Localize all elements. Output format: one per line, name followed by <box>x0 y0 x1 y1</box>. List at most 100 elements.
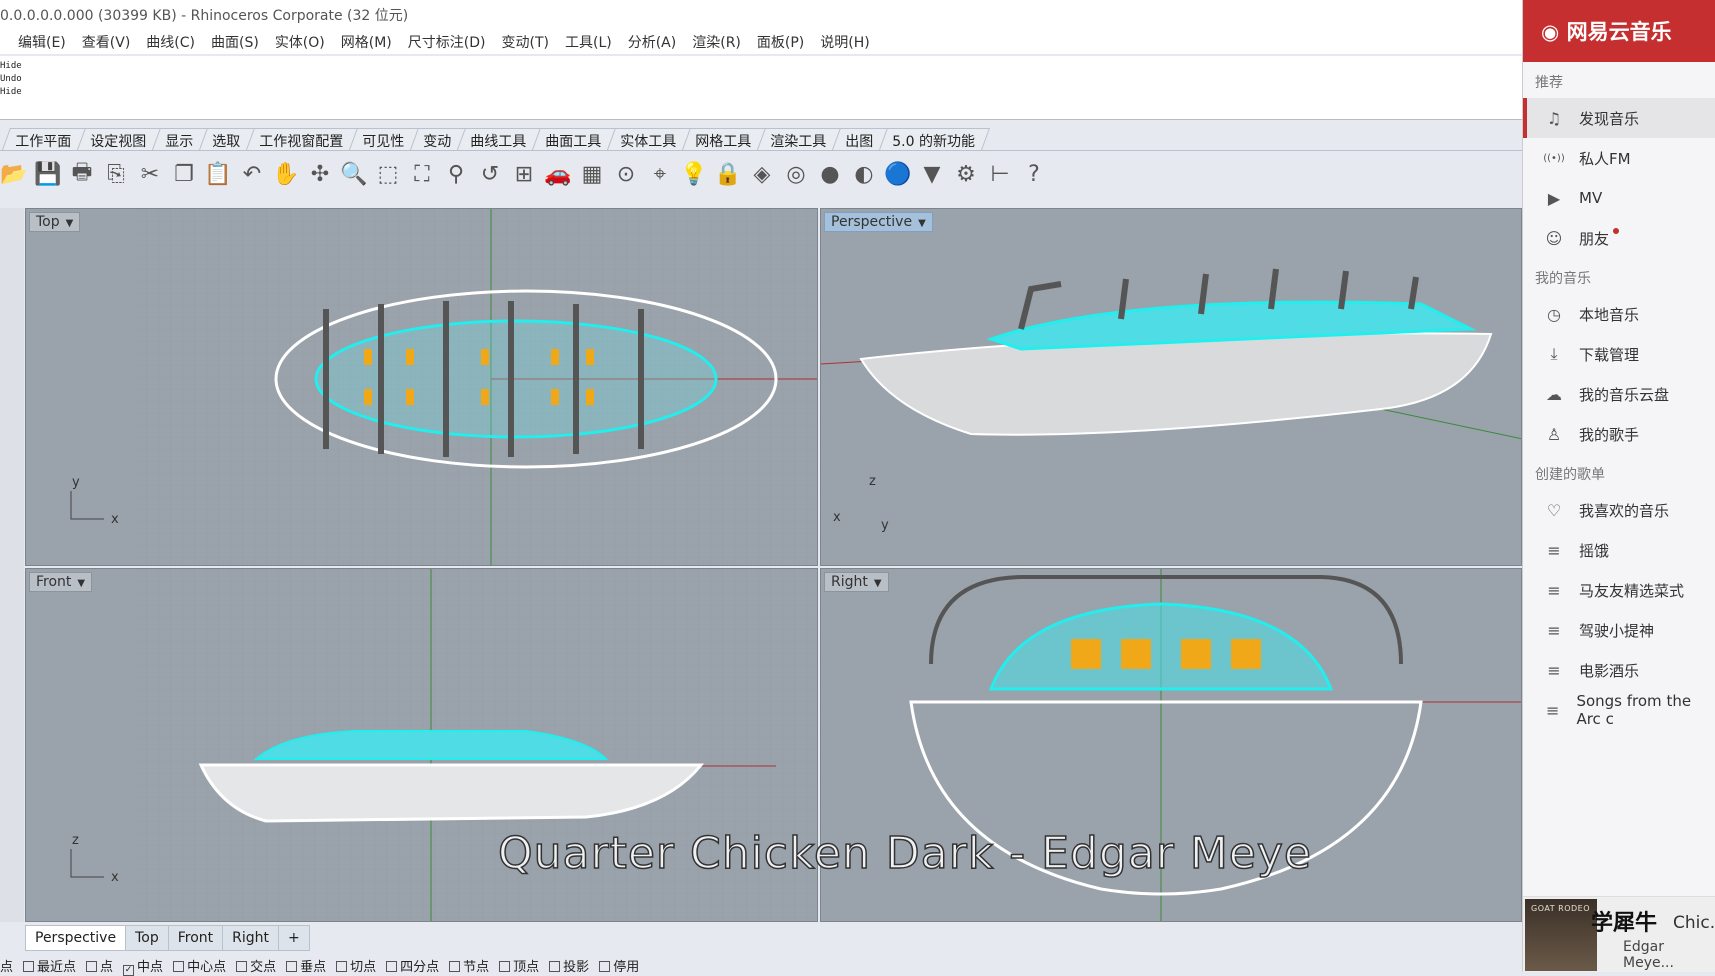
left-toolbar[interactable] <box>0 208 24 922</box>
toolbar-tab[interactable]: 曲线工具 <box>456 128 542 150</box>
grid-icon[interactable]: ▦ <box>578 160 606 188</box>
settings-gear-icon[interactable]: ⚙ <box>952 160 980 188</box>
music-nav-item[interactable]: ≡ 电影酒乐 <box>1523 650 1715 690</box>
menu-item[interactable]: 实体(O) <box>275 32 325 54</box>
toolbar-tab[interactable]: 5.0 的新功能 <box>878 128 990 150</box>
viewport-tab[interactable]: + <box>278 925 310 951</box>
album-cover[interactable]: GOAT RODEO <box>1525 899 1597 971</box>
rendered-sphere-icon[interactable]: ◐ <box>850 160 878 188</box>
zoom-icon[interactable]: 🔍 <box>340 160 368 188</box>
print-icon[interactable]: 🖶 <box>68 160 96 188</box>
zoom-window-icon[interactable]: ⬚ <box>374 160 402 188</box>
copy-icon[interactable]: ❐ <box>170 160 198 188</box>
osnap-10[interactable]: 顶点 <box>499 956 539 975</box>
car-icon[interactable]: 🚗 <box>544 160 572 188</box>
osnap-8[interactable]: 四分点 <box>386 956 439 975</box>
music-nav-item[interactable]: ≡ 摇饿 <box>1523 530 1715 570</box>
zoom-extents-icon[interactable]: ⛶ <box>408 160 436 188</box>
open-icon[interactable]: 📂 <box>0 160 28 188</box>
layers-icon[interactable]: ◈ <box>748 160 776 188</box>
osnap-2[interactable]: 点 <box>86 956 113 975</box>
menu-item[interactable]: 变动(T) <box>502 32 549 54</box>
music-nav-item[interactable]: ≡ 驾驶小提神 <box>1523 610 1715 650</box>
viewport-tab[interactable]: Right <box>222 925 280 951</box>
osnap-7[interactable]: 切点 <box>336 956 376 975</box>
osnap-5[interactable]: 交点 <box>236 956 276 975</box>
music-nav-item[interactable]: ((•)) 私人FM <box>1523 138 1715 178</box>
help-icon[interactable]: ? <box>1020 160 1048 188</box>
cone-icon[interactable]: ▼ <box>918 160 946 188</box>
menu-item[interactable]: 说明(H) <box>820 32 869 54</box>
music-nav-item[interactable]: ♡ 我喜欢的音乐 <box>1523 490 1715 530</box>
osnap-checkbox[interactable] <box>336 961 348 972</box>
toolbar-tab[interactable]: 可见性 <box>348 128 420 150</box>
menu-item[interactable]: 工具(L) <box>565 32 612 54</box>
menu-item[interactable]: 分析(A) <box>628 32 677 54</box>
music-nav-item[interactable]: ▶ MV <box>1523 178 1715 218</box>
osnap-icon[interactable]: ⊙ <box>612 160 640 188</box>
music-nav-item[interactable]: ≡ Songs from the Arc c <box>1523 690 1715 730</box>
toolbar-tab[interactable]: 渲染工具 <box>756 128 842 150</box>
chevron-down-icon[interactable]: ▼ <box>874 578 882 589</box>
save-icon[interactable]: 💾 <box>34 160 62 188</box>
toolbar-tab[interactable]: 工作视窗配置 <box>245 128 359 150</box>
osnap-checkbox[interactable] <box>386 961 398 972</box>
osnap-9[interactable]: 节点 <box>449 956 489 975</box>
chevron-down-icon[interactable]: ▼ <box>918 218 926 229</box>
undo-icon[interactable]: ↶ <box>238 160 266 188</box>
dimension-icon[interactable]: ⊢ <box>986 160 1014 188</box>
import-icon[interactable]: ⎘ <box>102 160 130 188</box>
music-nav-item[interactable]: ☁ 我的音乐云盘 <box>1523 374 1715 414</box>
osnap-checkbox[interactable] <box>599 961 611 972</box>
menu-item[interactable]: 曲线(C) <box>146 32 195 54</box>
chevron-down-icon[interactable]: ▼ <box>77 578 85 589</box>
viewport-tab[interactable]: Perspective <box>25 925 127 951</box>
music-nav-item[interactable]: ≡ 马友友精选菜式 <box>1523 570 1715 610</box>
viewport-perspective[interactable]: Perspective ▼ x z y <box>820 208 1522 566</box>
viewport-label-right[interactable]: Right ▼ <box>824 572 889 592</box>
lock-icon[interactable]: 🔒 <box>714 160 742 188</box>
color-wheel-icon[interactable]: ◎ <box>782 160 810 188</box>
viewport-label-perspective[interactable]: Perspective ▼ <box>824 212 933 232</box>
pick-icon[interactable]: ⌖ <box>646 160 674 188</box>
toolbar-tab[interactable]: 设定视图 <box>76 128 162 150</box>
shaded-sphere-icon[interactable]: ● <box>816 160 844 188</box>
music-nav-item[interactable]: ◷ 本地音乐 <box>1523 294 1715 334</box>
menu-item[interactable]: 网格(M) <box>341 32 392 54</box>
menu-item[interactable]: 面板(P) <box>757 32 804 54</box>
osnap-checkbox[interactable] <box>236 961 248 972</box>
osnap-1[interactable]: 最近点 <box>23 956 76 975</box>
osnap-checkbox[interactable]: ✓ <box>123 965 135 976</box>
osnap-checkbox[interactable] <box>23 961 35 972</box>
osnap-4[interactable]: 中心点 <box>173 956 226 975</box>
osnap-11[interactable]: 投影 <box>549 956 589 975</box>
toolbar-tab[interactable]: 实体工具 <box>606 128 692 150</box>
music-brand-header[interactable]: ◉ 网易云音乐 <box>1523 0 1715 62</box>
undo-view-icon[interactable]: ↺ <box>476 160 504 188</box>
osnap-checkbox[interactable] <box>449 961 461 972</box>
zoom-selected-icon[interactable]: ⚲ <box>442 160 470 188</box>
toolbar-tab[interactable]: 曲面工具 <box>531 128 617 150</box>
osnap-checkbox[interactable] <box>173 961 185 972</box>
chevron-down-icon[interactable]: ▼ <box>66 218 74 229</box>
menu-item[interactable]: 尺寸标注(D) <box>408 32 486 54</box>
toolbar-tab[interactable]: 工作平面 <box>1 128 87 150</box>
music-nav-item[interactable]: ♙ 我的歌手 <box>1523 414 1715 454</box>
viewport-layout-icon[interactable]: ⊞ <box>510 160 538 188</box>
viewport-label-front[interactable]: Front ▼ <box>29 572 93 592</box>
osnap-6[interactable]: 垂点 <box>286 956 326 975</box>
toolbar-tab[interactable]: 网格工具 <box>681 128 767 150</box>
material-sphere-icon[interactable]: 🔵 <box>884 160 912 188</box>
osnap-checkbox[interactable] <box>549 961 561 972</box>
music-nav-item[interactable]: ☺ 朋友 <box>1523 218 1715 258</box>
osnap-12[interactable]: 停用 <box>599 956 639 975</box>
osnap-checkbox[interactable] <box>86 961 98 972</box>
now-playing-bar[interactable]: GOAT RODEO 学犀牛 Chic... Edgar Meye... <box>1523 896 1715 972</box>
osnap-3[interactable]: ✓ 中点 <box>123 956 163 976</box>
viewport-label-top[interactable]: Top ▼ <box>29 212 81 232</box>
viewport-tab[interactable]: Front <box>167 925 224 951</box>
menu-item[interactable]: 编辑(E) <box>18 32 66 54</box>
menu-item[interactable]: 查看(V) <box>82 32 131 54</box>
viewport-tab[interactable]: Top <box>125 925 169 951</box>
rotate-view-icon[interactable]: ✣ <box>306 160 334 188</box>
